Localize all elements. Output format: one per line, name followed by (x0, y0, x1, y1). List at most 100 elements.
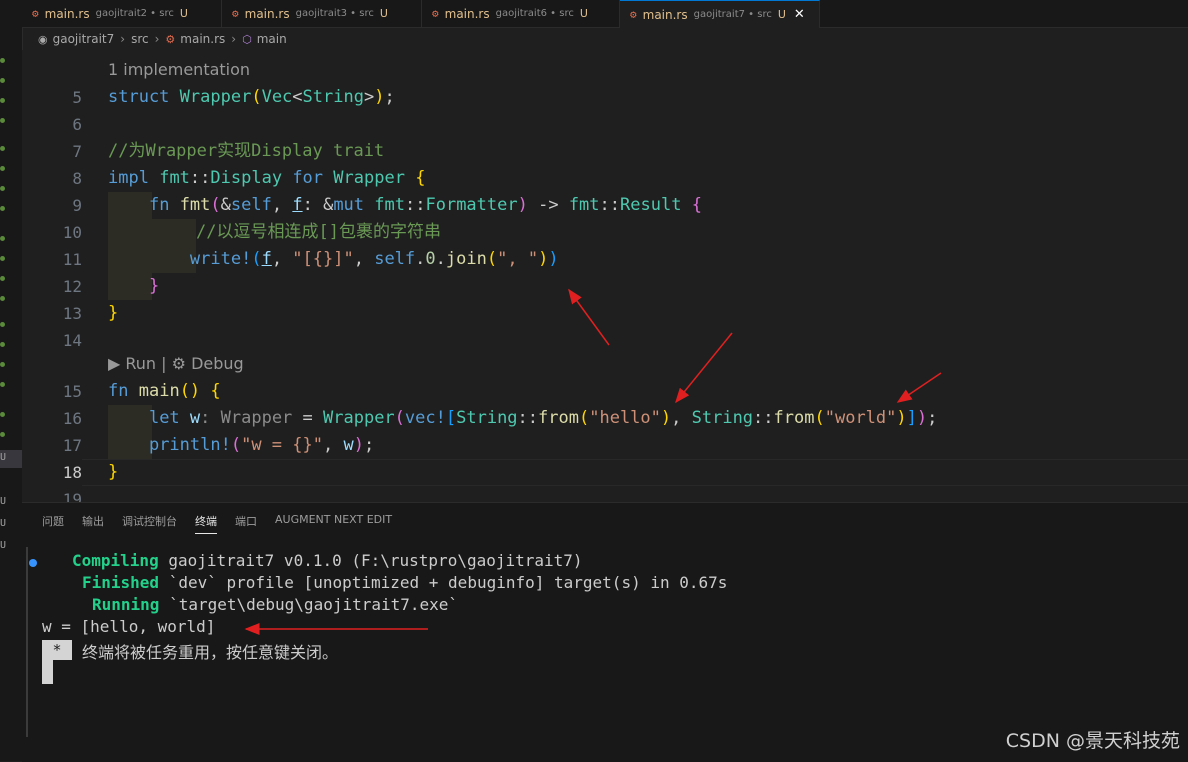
tab-description: gaojitrait2 • src (95, 8, 174, 19)
tab-description: gaojitrait3 • src (295, 8, 374, 19)
code-line: 7 //为Wrapper实现Display trait (22, 138, 1188, 165)
breadcrumb-symbol[interactable]: main (257, 32, 287, 46)
cube-symbol-icon: ⬡ (242, 32, 252, 46)
code-line: 12 } (22, 273, 1188, 300)
code-line: 13 } (22, 300, 1188, 327)
tab-ports[interactable]: 端口 (235, 513, 257, 534)
activity-strip: U U U U (0, 0, 23, 761)
bottom-panel: 问题 输出 调试控制台 终端 端口 AUGMENT NEXT EDIT Comp… (22, 502, 1188, 762)
code-line-current: 18 } (22, 459, 1188, 486)
line-number: 19 (62, 490, 82, 502)
chevron-right-icon: › (120, 32, 126, 46)
git-status-dot (0, 382, 5, 387)
line-number: 18 (62, 463, 82, 482)
tab-git-status: U (379, 7, 388, 20)
terminal-gutter (26, 547, 28, 737)
tab-problems[interactable]: 问题 (42, 513, 64, 534)
code-text: } (108, 462, 119, 482)
breadcrumb: ◉ gaojitrait7 › src › ⚙ main.rs › ⬡ main (22, 28, 1188, 50)
git-status-dot (0, 78, 5, 83)
tab-label: main.rs (642, 7, 688, 22)
close-tab-icon[interactable]: ✕ (794, 7, 805, 22)
line-number: 9 (72, 196, 82, 215)
tab-git-status: U (579, 7, 588, 20)
tab-label: main.rs (44, 6, 90, 21)
breadcrumb-src[interactable]: src (131, 32, 149, 46)
code-line: 16 let w: Wrapper = Wrapper(vec![String:… (22, 405, 1188, 432)
git-status-dot (0, 296, 5, 301)
git-status-dot (0, 236, 5, 241)
tab-main-rs-gaojitrait3[interactable]: ⚙ main.rs gaojitrait3 • src U (222, 0, 422, 27)
code-text: fn main() { (108, 381, 221, 401)
code-text: write!(f, "[{}]", self.0.join(", ")) (189, 249, 559, 269)
folder-target-icon: ◉ (38, 32, 48, 46)
code-line: 17 println!("w = {}", w); (22, 432, 1188, 459)
task-reuse-marker: * (42, 640, 72, 660)
code-text: println!("w = {}", w); (148, 435, 375, 455)
code-text: impl fmt::Display for Wrapper { (108, 168, 426, 188)
codelens-implementations[interactable]: 1 implementation (108, 60, 250, 79)
code-text: fn fmt(&self, f: &mut fmt::Formatter) ->… (148, 195, 702, 215)
terminal-line: Finished `dev` profile [unoptimized + de… (82, 573, 728, 592)
git-status-dot (0, 166, 5, 171)
tab-label: main.rs (444, 6, 490, 21)
code-line: 6 (22, 111, 1188, 138)
git-status-dot (0, 186, 5, 191)
code-line: 11 write!(f, "[{}]", self.0.join(", ")) (22, 246, 1188, 273)
chevron-right-icon: › (231, 32, 237, 46)
line-number: 11 (62, 250, 82, 269)
tab-main-rs-gaojitrait7[interactable]: ⚙ main.rs gaojitrait7 • src U ✕ (620, 0, 820, 28)
watermark: CSDN @景天科技苑 (1005, 730, 1180, 752)
git-status-dot (0, 256, 5, 261)
tab-main-rs-gaojitrait6[interactable]: ⚙ main.rs gaojitrait6 • src U (422, 0, 620, 27)
code-text: let w: Wrapper = Wrapper(vec![String::fr… (148, 408, 938, 428)
terminal-line: Compiling gaojitrait7 v0.1.0 (F:\rustpro… (72, 551, 583, 570)
code-comment: //为Wrapper实现Display trait (108, 141, 385, 161)
tab-main-rs-gaojitrait2[interactable]: ⚙ main.rs gaojitrait2 • src U (22, 0, 222, 27)
breadcrumb-file[interactable]: main.rs (180, 32, 225, 46)
git-status-dot (0, 322, 5, 327)
tab-terminal[interactable]: 终端 (195, 513, 217, 534)
tab-label: main.rs (244, 6, 290, 21)
untracked-badge: U (0, 496, 7, 507)
code-line: 10 //以逗号相连成[]包裹的字符串 (22, 219, 1188, 246)
git-status-dot (0, 98, 5, 103)
untracked-badge: U (0, 452, 7, 463)
line-number: 13 (62, 304, 82, 323)
tab-debug-console[interactable]: 调试控制台 (122, 513, 177, 534)
code-editor[interactable]: 1 implementation 5 struct Wrapper(Vec<St… (22, 50, 1188, 502)
line-number: 15 (62, 382, 82, 401)
line-number: 16 (62, 409, 82, 428)
line-number: 7 (72, 142, 82, 161)
code-comment: //以逗号相连成[]包裹的字符串 (196, 222, 441, 242)
line-number: 8 (72, 169, 82, 188)
task-reuse-message: 终端将被任务重用，按任意键关闭。 (82, 643, 339, 662)
terminal-line: Running `target\debug\gaojitrait7.exe` (92, 595, 459, 614)
git-status-dot (0, 412, 5, 417)
run-button[interactable]: ▶ Run (108, 354, 156, 373)
git-status-dot (0, 146, 5, 151)
chevron-right-icon: › (154, 32, 160, 46)
command-decoration-icon[interactable] (29, 559, 37, 567)
rust-file-icon: ⚙ (630, 8, 637, 21)
code-line: 9 fn fmt(&self, f: &mut fmt::Formatter) … (22, 192, 1188, 219)
rust-file-icon: ⚙ (165, 32, 176, 46)
codelens-run-debug: ▶ Run | ⚙ Debug (108, 354, 244, 373)
panel-tabs: 问题 输出 调试控制台 终端 端口 AUGMENT NEXT EDIT (42, 513, 410, 534)
code-line: 14 (22, 327, 1188, 354)
tab-output[interactable]: 输出 (82, 513, 104, 534)
line-number: 17 (62, 436, 82, 455)
git-status-dot (0, 362, 5, 367)
debug-button[interactable]: ⚙ Debug (172, 354, 244, 373)
line-number: 12 (62, 277, 82, 296)
git-status-dot (0, 206, 5, 211)
breadcrumb-project[interactable]: gaojitrait7 (53, 32, 115, 46)
code-text: struct Wrapper(Vec<String>); (108, 87, 395, 107)
code-line: 5 struct Wrapper(Vec<String>); (22, 84, 1188, 111)
git-status-dot (0, 432, 5, 437)
rust-file-icon: ⚙ (432, 7, 439, 20)
tab-augment-next-edit[interactable]: AUGMENT NEXT EDIT (275, 513, 392, 534)
rust-file-icon: ⚙ (232, 7, 239, 20)
git-status-dot (0, 342, 5, 347)
editor-tab-bar: ⚙ main.rs gaojitrait2 • src U ⚙ main.rs … (22, 0, 1188, 28)
